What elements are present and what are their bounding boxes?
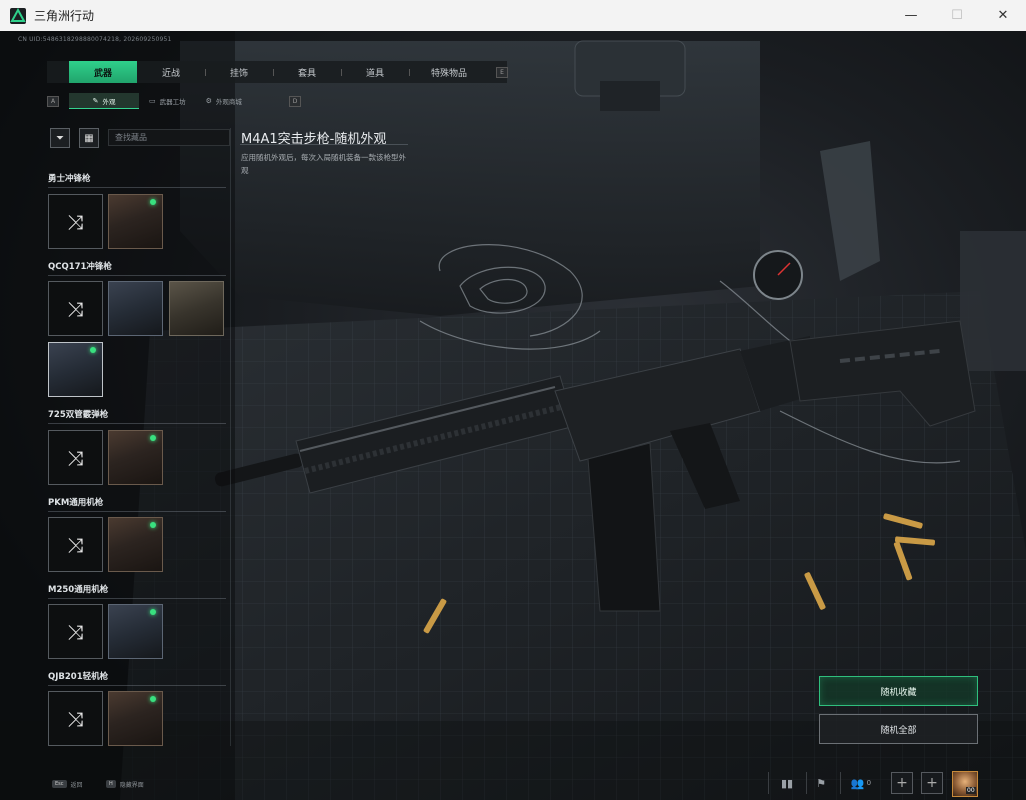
app-window: 三角洲行动 — ☐ ✕ CN UID:5486318298880074218, …	[0, 0, 1026, 800]
tab-items[interactable]: 道具	[341, 61, 409, 83]
workshop-icon: ▭	[149, 97, 156, 105]
flag-button[interactable]: ⚑	[808, 772, 834, 794]
random-skin-card[interactable]: ⤨	[48, 604, 103, 659]
bottom-separator	[806, 772, 807, 794]
back-hint[interactable]: Esc 返回	[52, 777, 83, 791]
close-button[interactable]: ✕	[980, 0, 1026, 31]
category-header: QCQ171冲锋枪	[48, 260, 226, 276]
category-header: PKM通用机枪	[48, 496, 226, 512]
subtab-prev-key[interactable]: A	[47, 96, 59, 107]
skin-card[interactable]	[108, 194, 163, 249]
user-uid: CN UID:5486318298880074218, 202609250951	[18, 36, 172, 43]
friends-count: 0	[866, 779, 872, 787]
tab-gear[interactable]: 套具	[273, 61, 341, 83]
owned-indicator	[150, 199, 156, 205]
owned-indicator	[150, 435, 156, 441]
collection-panel: ⏷ ▦ 勇士冲锋枪 ⤨ QCQ171冲锋枪 ⤨ 725双管霰弹枪 ⤨ PKM通用…	[46, 128, 231, 748]
window-controls: — ☐ ✕	[888, 0, 1026, 31]
bottom-separator	[768, 772, 769, 794]
owned-indicator	[150, 522, 156, 528]
shuffle-icon: ⤨	[67, 445, 84, 470]
tab-special-items[interactable]: 特殊物品	[409, 61, 489, 83]
shuffle-icon: ⤨	[67, 619, 84, 644]
random-skin-card[interactable]: ⤨	[48, 194, 103, 249]
search-input[interactable]	[108, 129, 230, 146]
back-label: 返回	[70, 781, 83, 789]
tab-melee[interactable]: 近战	[137, 61, 205, 83]
skin-card[interactable]	[169, 281, 224, 336]
app-logo-icon	[10, 7, 26, 24]
esc-key: Esc	[52, 780, 67, 788]
tab-next-key[interactable]: E	[496, 67, 508, 78]
add-slot-button[interactable]: +	[891, 772, 913, 794]
shuffle-icon: ⤨	[67, 706, 84, 731]
hide-ui-label: 隐藏界面	[119, 781, 144, 789]
random-all-button[interactable]: 随机全部	[819, 714, 978, 744]
random-skin-card[interactable]: ⤨	[48, 517, 103, 572]
skin-card[interactable]	[108, 281, 163, 336]
shuffle-icon: ⤨	[67, 532, 84, 557]
title-bar: 三角洲行动 — ☐ ✕	[0, 0, 1026, 31]
random-skin-card[interactable]: ⤨	[48, 281, 103, 336]
item-description: 应用随机外观后，每次入局随机装备一款该枪型外观	[241, 153, 406, 175]
skin-card[interactable]	[108, 517, 163, 572]
title-divider	[240, 144, 408, 145]
subtab-appearance-store[interactable]: ⚙ 外观商城	[196, 93, 252, 109]
maximize-button[interactable]: ☐	[934, 0, 980, 31]
hide-ui-hint[interactable]: H 隐藏界面	[106, 777, 144, 791]
skin-card[interactable]	[108, 691, 163, 746]
category-tabs: Q 武器 近战 挂饰 套具 道具 特殊物品	[47, 61, 507, 83]
subtab-weapon-workshop[interactable]: ▭ 武器工坊	[139, 93, 196, 109]
avatar-badge: 00	[966, 787, 976, 794]
category-header: 725双管霰弹枪	[48, 408, 226, 424]
owned-indicator	[150, 696, 156, 702]
category-header: QJB201轻机枪	[48, 670, 226, 686]
shuffle-icon: ⤨	[67, 296, 84, 321]
panel-divider	[230, 128, 231, 746]
friends-button[interactable]: 👥 0	[845, 772, 877, 794]
add-slot-button[interactable]: +	[921, 772, 943, 794]
minimize-button[interactable]: —	[888, 0, 934, 31]
flag-icon: ⚑	[816, 776, 826, 790]
random-skin-card[interactable]: ⤨	[48, 430, 103, 485]
scene: CN UID:5486318298880074218, 202609250951…	[0, 31, 1026, 800]
owned-indicator	[150, 609, 156, 615]
sub-tabs: ✎ 外观 ▭ 武器工坊 ⚙ 外观商城	[69, 93, 252, 109]
h-key: H	[106, 780, 116, 788]
plus-icon: +	[896, 775, 908, 791]
tab-weapons[interactable]: 武器	[69, 61, 137, 83]
stats-button[interactable]: ▮▮	[774, 772, 800, 794]
plus-icon: +	[926, 775, 938, 791]
subtab-next-key[interactable]: D	[289, 96, 301, 107]
subtab-workshop-label: 武器工坊	[159, 98, 186, 106]
grid-icon: ▦	[84, 132, 94, 144]
window-title: 三角洲行动	[34, 9, 95, 23]
bottom-separator	[840, 772, 841, 794]
subtab-store-label: 外观商城	[215, 98, 242, 106]
tab-charms[interactable]: 挂饰	[205, 61, 273, 83]
grid-view-button[interactable]: ▦	[79, 128, 99, 148]
brush-icon: ✎	[92, 96, 99, 105]
category-header: 勇士冲锋枪	[48, 172, 226, 188]
category-header: M250通用机枪	[48, 583, 226, 599]
skin-card[interactable]	[108, 430, 163, 485]
skin-card[interactable]	[48, 342, 103, 397]
skin-card[interactable]	[108, 604, 163, 659]
store-icon: ⚙	[205, 97, 212, 105]
owned-indicator	[90, 347, 96, 353]
friends-icon: 👥	[850, 776, 865, 790]
subtab-appearance-label: 外观	[102, 97, 116, 106]
random-favorites-button[interactable]: 随机收藏	[819, 676, 978, 706]
subtab-appearance[interactable]: ✎ 外观	[69, 93, 139, 109]
bar-chart-icon: ▮▮	[780, 776, 794, 790]
filter-button[interactable]: ⏷	[50, 128, 70, 148]
random-skin-card[interactable]: ⤨	[48, 691, 103, 746]
filter-icon: ⏷	[56, 132, 64, 144]
shuffle-icon: ⤨	[67, 209, 84, 234]
